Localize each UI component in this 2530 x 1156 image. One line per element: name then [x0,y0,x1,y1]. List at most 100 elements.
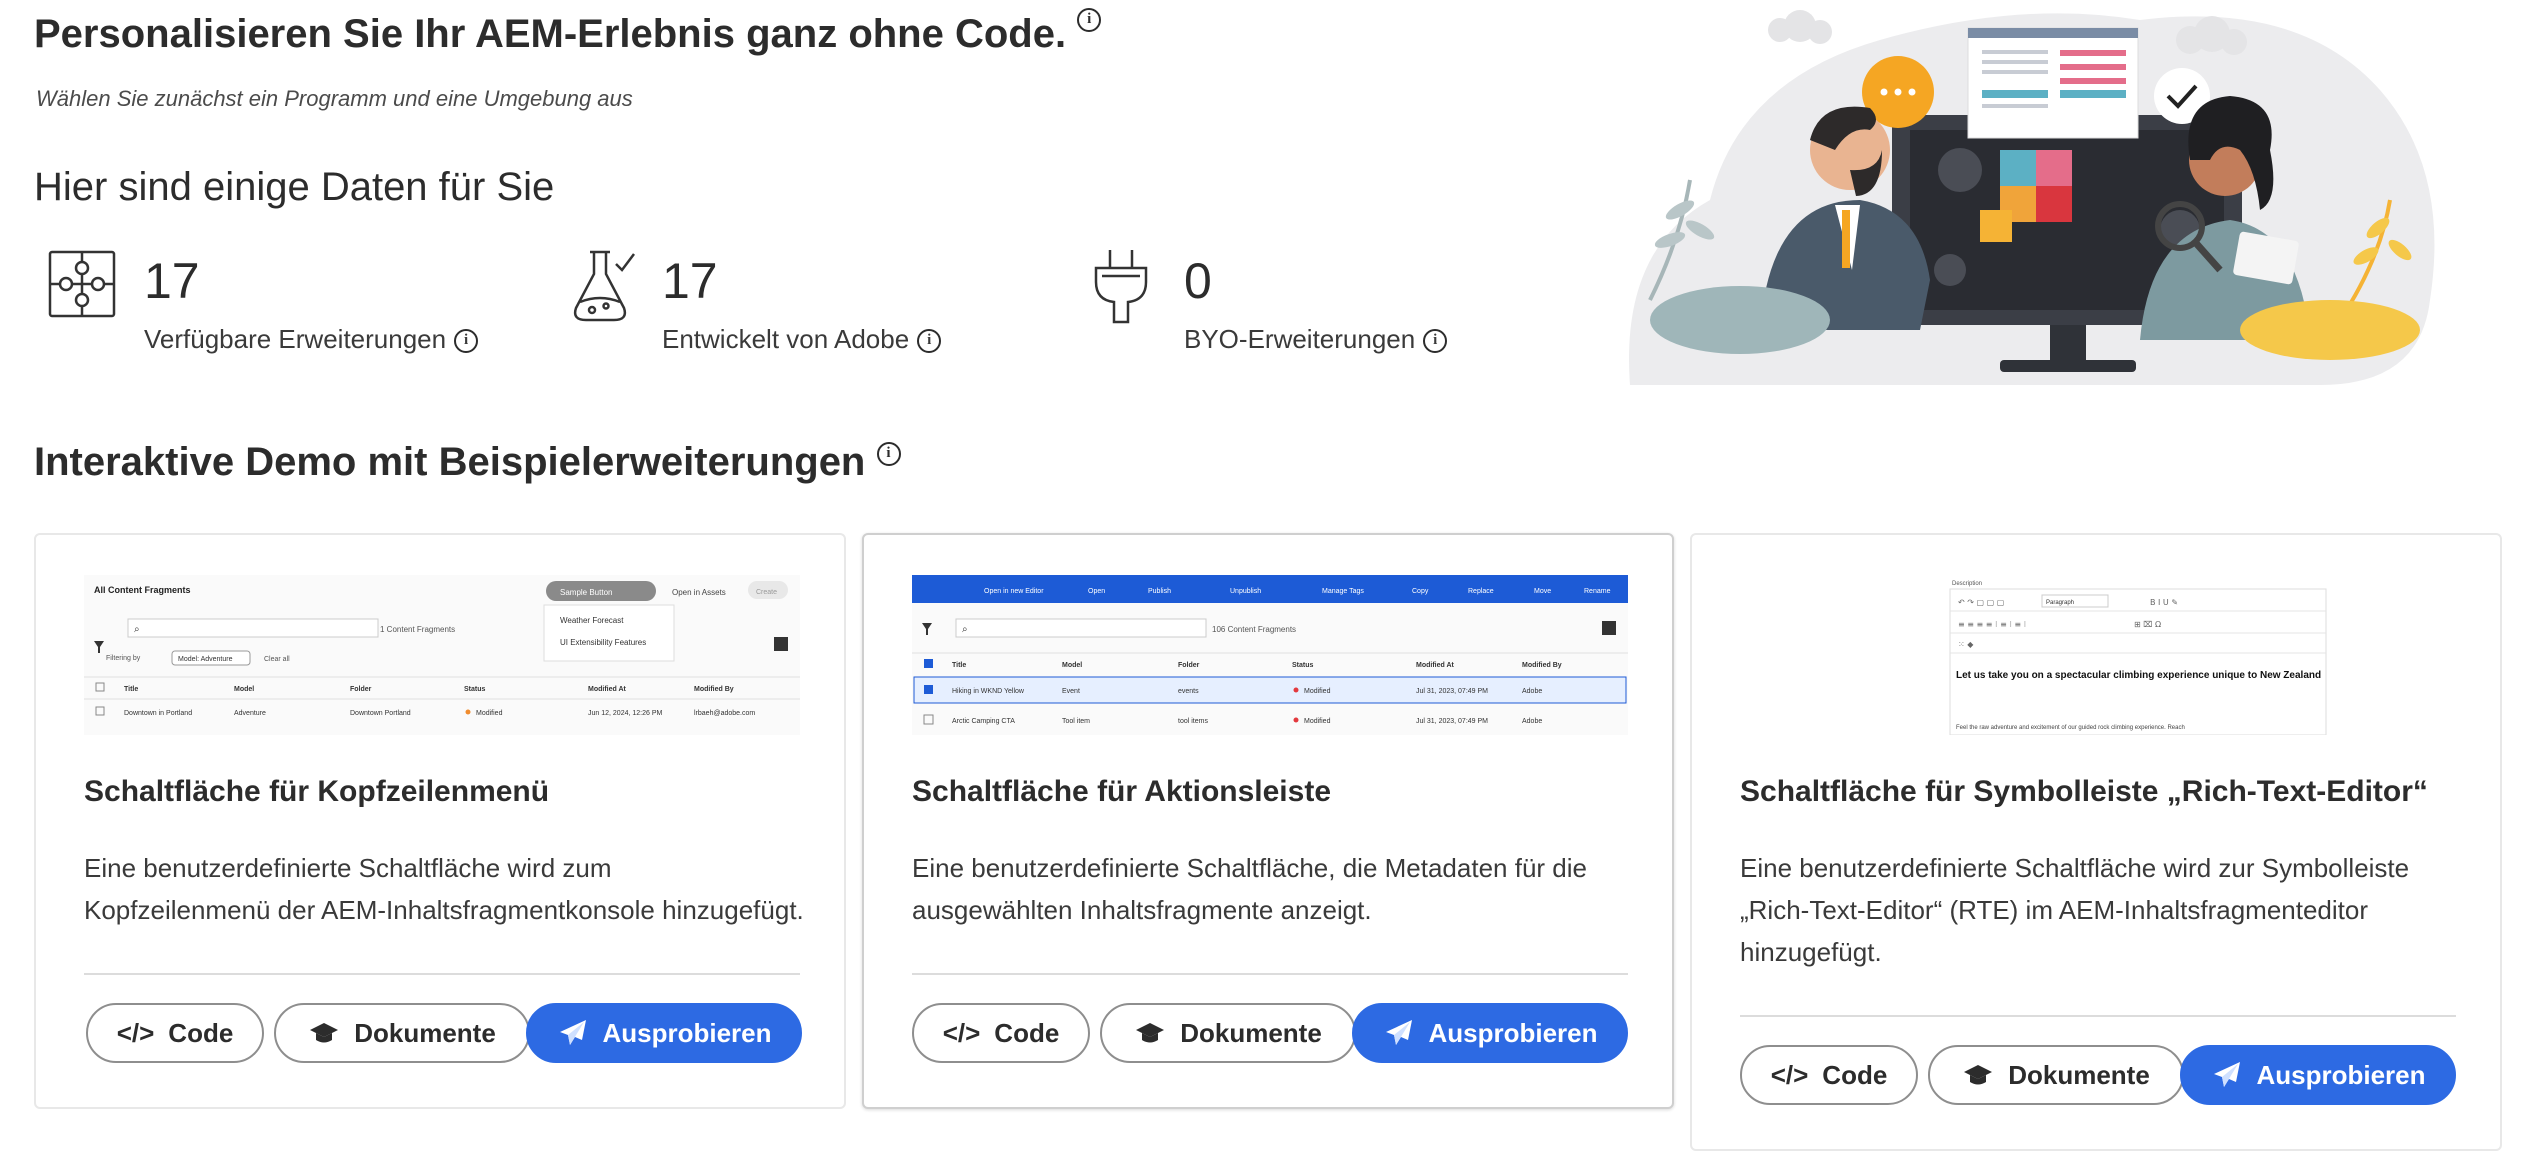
stat-label: Verfügbare Erweiterungen i [144,324,479,355]
svg-text:Modified At: Modified At [1416,662,1455,669]
code-button[interactable]: </> Code [86,1003,264,1063]
plug-icon [1094,250,1148,324]
info-icon[interactable]: i [454,329,479,354]
svg-text:Modified: Modified [1304,718,1331,725]
svg-text:Model: Model [234,686,254,693]
svg-text:Filtering by: Filtering by [106,655,141,662]
svg-text:Folder: Folder [350,686,372,693]
try-button[interactable]: Ausprobieren [1352,1003,1628,1063]
card-thumbnail: Description ↶ ↷ ▢ ▢ ▢ ≡ ≡ ≡ ≡ ⁝ ≡ ⁝ ≡ ⁝ … [1740,575,2456,736]
graduation-cap-icon [1136,1023,1165,1043]
page: Personalisieren Sie Ihr AEM-Erlebnis gan… [0,0,2530,1156]
svg-text:Event: Event [1062,688,1080,695]
svg-text:↶ ↷ ▢ ▢ ▢: ↶ ↷ ▢ ▢ ▢ [1957,598,2004,607]
code-icon: </> [116,1018,155,1048]
code-icon: </> [942,1018,981,1048]
svg-text:Arctic Camping CTA: Arctic Camping CTA [952,718,1015,725]
card-thumbnail: Open in new Editor Open Publish Unpublis… [912,575,1628,735]
svg-text:106 Content Fragments: 106 Content Fragments [1212,625,1296,634]
svg-text:Title: Title [952,662,966,669]
svg-text:Description: Description [1952,581,1982,587]
section-title: Interaktive Demo mit Beispielerweiterung… [34,440,901,485]
svg-text:Publish: Publish [1148,588,1171,595]
card-title: Schaltfläche für Aktionsleiste [912,775,1332,808]
svg-text:Adobe: Adobe [1522,688,1542,695]
card-title: Schaltfläche für Kopfzeilenmenü [84,775,550,808]
svg-text:Manage Tags: Manage Tags [1322,588,1364,595]
code-icon: </> [1770,1060,1809,1090]
info-icon[interactable]: i [917,329,942,354]
info-icon[interactable]: i [876,442,901,466]
docs-button[interactable]: Dokumente [274,1003,530,1063]
page-subtitle: Wählen Sie zunächst ein Programm und ein… [36,86,633,111]
svg-text:Replace: Replace [1468,588,1494,595]
stat-value: 17 [662,253,718,309]
svg-text:Folder: Folder [1178,662,1200,669]
stat-value: 17 [144,253,200,309]
code-button[interactable]: </> Code [912,1003,1090,1063]
svg-text:Clear all: Clear all [264,656,290,663]
svg-text:Modified By: Modified By [694,686,734,693]
svg-text:Adventure: Adventure [234,710,266,717]
paper-plane-icon [560,1020,587,1045]
card-divider [1740,1015,2456,1017]
svg-text:Title: Title [124,686,138,693]
svg-text:Tool item: Tool item [1062,718,1090,725]
svg-text:tool items: tool items [1178,718,1208,725]
svg-text:Modified By: Modified By [1522,662,1562,669]
svg-text:Modified At: Modified At [588,686,627,693]
card-description: Eine benutzerdefinierte Schaltfläche, di… [912,853,1587,925]
svg-text:Downtown Portland: Downtown Portland [350,710,411,717]
page-title: Personalisieren Sie Ihr AEM-Erlebnis gan… [34,8,1102,57]
stat-label: BYO-Erweiterungen i [1184,324,1448,355]
docs-button[interactable]: Dokumente [1100,1003,1356,1063]
card-thumbnail: All Content Fragments Sample Button Open… [84,575,800,735]
graduation-cap-icon [310,1023,339,1043]
svg-text:Jul 31, 2023, 07:49 PM: Jul 31, 2023, 07:49 PM [1416,718,1488,725]
svg-text:Open in Assets: Open in Assets [672,588,726,597]
stat-label: Entwickelt von Adobe i [662,324,942,355]
svg-text:Unpublish: Unpublish [1230,588,1261,595]
stat-value: 0 [1184,253,1212,309]
svg-text:Open: Open [1088,588,1105,595]
svg-text:Status: Status [464,686,486,693]
docs-button[interactable]: Dokumente [1928,1045,2184,1105]
svg-text:Open in new Editor: Open in new Editor [984,588,1044,595]
svg-text:Hiking in WKND Yellow: Hiking in WKND Yellow [952,688,1025,695]
flask-icon [573,250,635,322]
paper-plane-icon [1386,1020,1413,1045]
svg-text:Create: Create [756,589,777,596]
card-action-bar: Open in new Editor Open Publish Unpublis… [862,533,1674,1109]
data-heading: Hier sind einige Daten für Sie [34,165,555,209]
info-icon[interactable]: i [1077,8,1102,32]
card-title: Schaltfläche für Symbolleiste „Rich-Text… [1740,775,2428,808]
card-description: Eine benutzerdefinierte Schaltfläche wir… [1740,853,2410,967]
svg-text:lrbaeh@adobe.com: lrbaeh@adobe.com [694,710,755,717]
svg-text:Modified: Modified [476,710,503,717]
card-rte-toolbar: Description ↶ ↷ ▢ ▢ ▢ ≡ ≡ ≡ ≡ ⁝ ≡ ⁝ ≡ ⁝ … [1690,533,2502,1151]
svg-text:⌕: ⌕ [134,624,140,635]
card-divider [84,973,800,975]
svg-text:⊞ ⌧ Ω: ⊞ ⌧ Ω [2134,620,2161,629]
svg-text:Feel the raw adventure and exc: Feel the raw adventure and excitement of… [1956,725,2185,731]
svg-text:Downtown in Portland: Downtown in Portland [124,710,192,717]
svg-text:Copy: Copy [1412,588,1429,595]
svg-text:1 Content Fragments: 1 Content Fragments [380,625,455,634]
card-description: Eine benutzerdefinierte Schaltfläche wir… [84,853,804,925]
svg-text:events: events [1178,688,1199,695]
svg-text:Status: Status [1292,662,1314,669]
svg-text:Modified: Modified [1304,688,1331,695]
info-icon[interactable]: i [1423,329,1448,354]
svg-text:⁙ ◆: ⁙ ◆ [1958,640,1974,649]
puzzle-icon [48,250,116,318]
svg-text:Model: Model [1062,662,1082,669]
svg-text:UI Extensibility Features: UI Extensibility Features [560,638,646,647]
svg-text:Weather Forecast: Weather Forecast [560,616,624,625]
svg-text:Sample Button: Sample Button [560,588,612,597]
try-button[interactable]: Ausprobieren [2180,1045,2456,1105]
svg-text:⌕: ⌕ [962,624,968,635]
svg-text:Jun 12, 2024, 12:26 PM: Jun 12, 2024, 12:26 PM [588,710,662,717]
svg-text:≡ ≡ ≡ ≡ ⁝ ≡ ⁝ ≡ ⁝: ≡ ≡ ≡ ≡ ⁝ ≡ ⁝ ≡ ⁝ [1958,620,2026,629]
code-button[interactable]: </> Code [1740,1045,1918,1105]
try-button[interactable]: Ausprobieren [526,1003,802,1063]
